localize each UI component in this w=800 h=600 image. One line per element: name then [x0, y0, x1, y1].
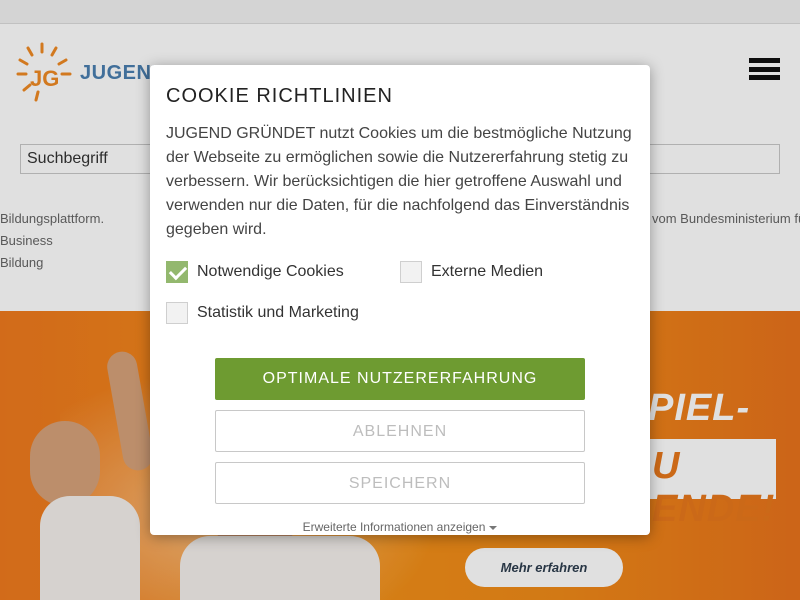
extended-info-link[interactable]: Erweiterte Informationen anzeigen — [150, 520, 650, 534]
option-external-media[interactable]: Externe Medien — [400, 261, 543, 283]
checkbox-external-media[interactable] — [400, 261, 422, 283]
option-statistics-marketing[interactable]: Statistik und Marketing — [166, 302, 359, 324]
checkbox-necessary-cookies[interactable] — [166, 261, 188, 283]
option-label: Notwendige Cookies — [197, 263, 344, 280]
option-necessary-cookies[interactable]: Notwendige Cookies — [166, 261, 344, 283]
extended-info-label: Erweiterte Informationen anzeigen — [302, 520, 486, 534]
cookie-dialog-title: COOKIE RICHTLINIEN — [166, 85, 393, 107]
save-button[interactable]: SPEICHERN — [215, 462, 585, 504]
checkbox-statistics-marketing[interactable] — [166, 302, 188, 324]
option-label: Statistik und Marketing — [197, 304, 359, 321]
accept-optimal-button[interactable]: OPTIMALE NUTZERERFAHRUNG — [215, 358, 585, 400]
option-label: Externe Medien — [431, 263, 544, 280]
caret-down-icon — [489, 525, 498, 530]
cookie-dialog-text: JUGEND GRÜNDET nutzt Cookies um die best… — [166, 125, 632, 238]
deny-button[interactable]: ABLEHNEN — [215, 410, 585, 452]
cookie-consent-dialog: COOKIE RICHTLINIEN JUGEND GRÜNDET nutzt … — [150, 65, 650, 535]
